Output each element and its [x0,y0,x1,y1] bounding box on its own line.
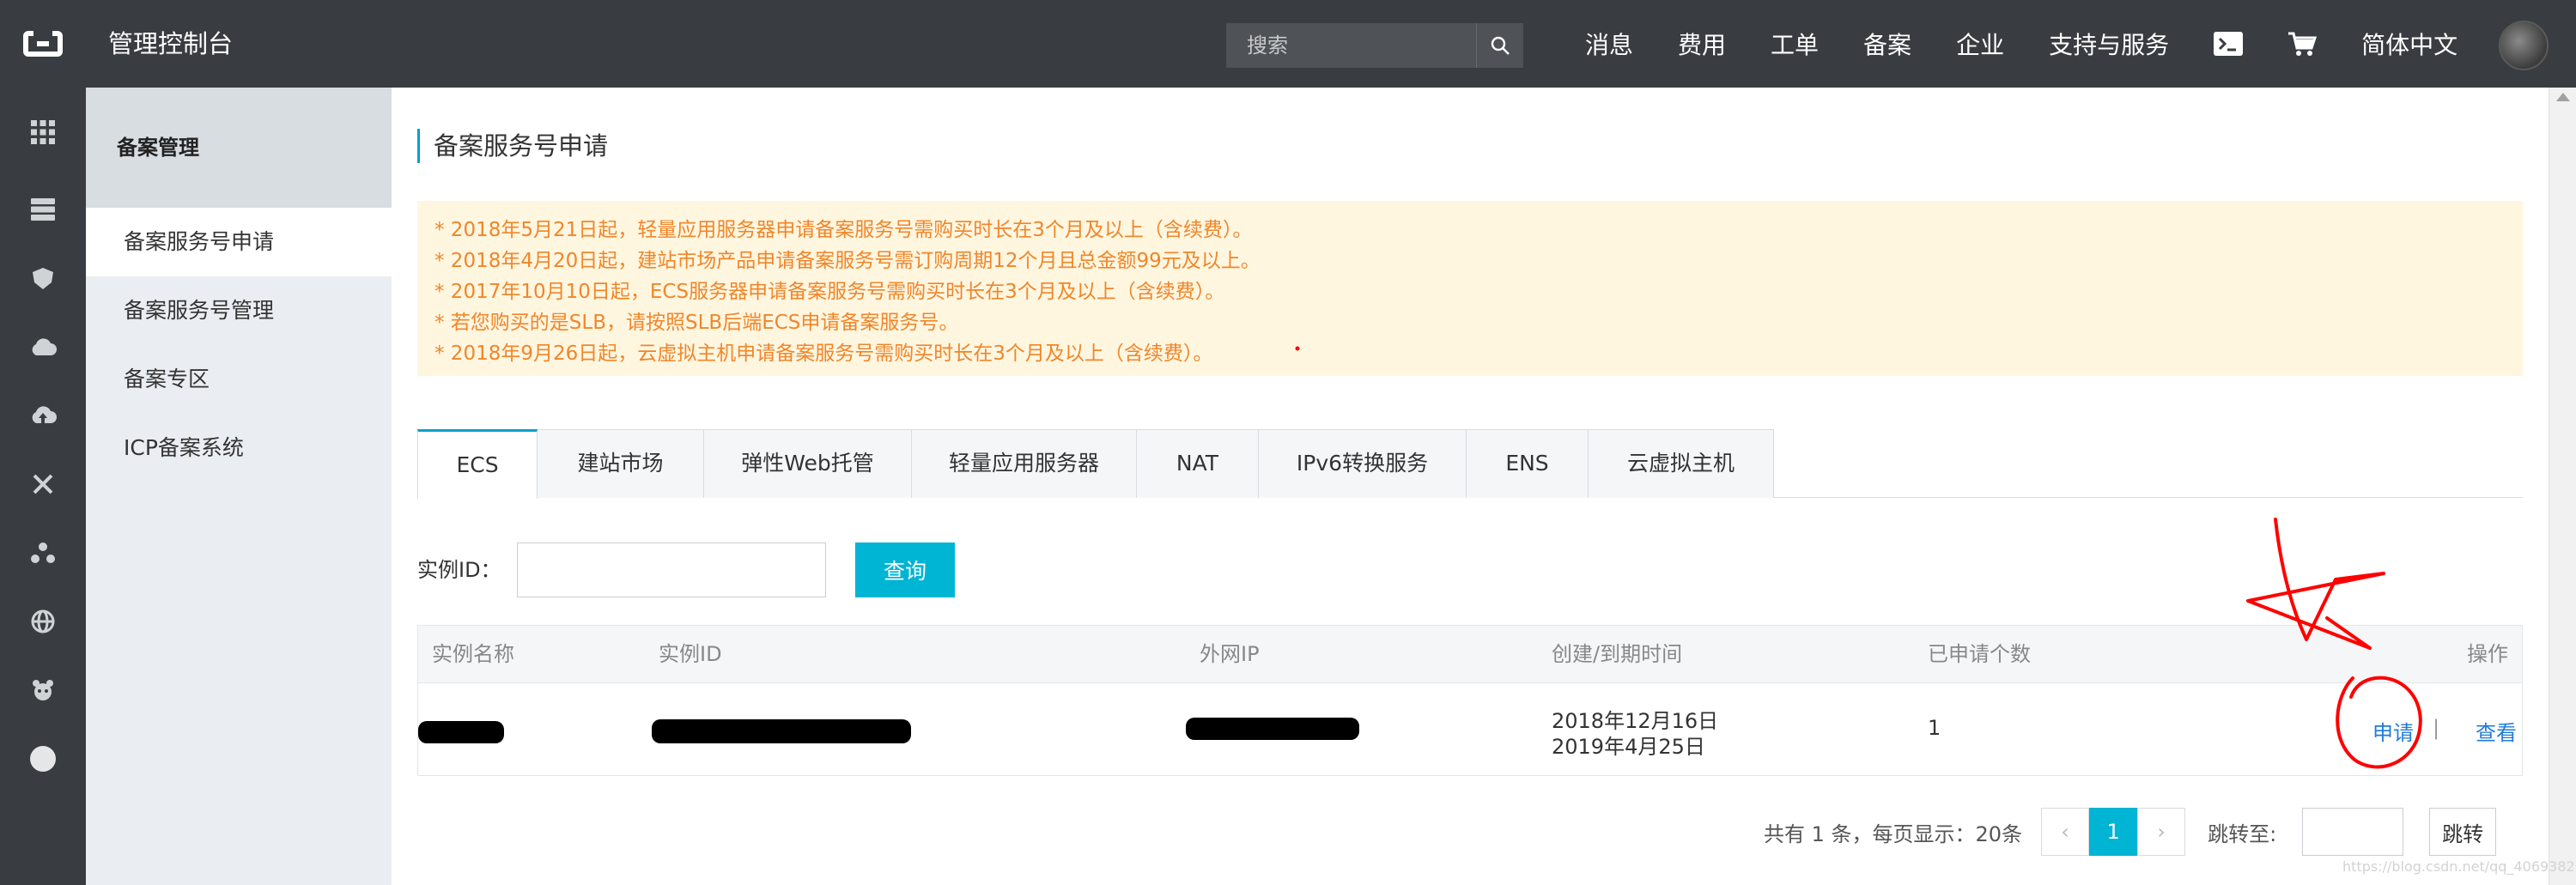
mascot-icon [33,680,53,700]
language-selector[interactable]: 简体中文 [2361,27,2458,61]
instance-id-label: 实例ID： [417,558,501,582]
view-link[interactable]: 查看 [2476,716,2517,746]
globe-icon [31,609,55,633]
notice-line: * 2018年5月21日起，轻量应用服务器申请备案服务号需购买时长在3个月及以上… [434,219,1253,241]
notice-line: * 若您购买的是SLB，请按照SLB后端ECS申请备案服务号。 [434,312,959,334]
instance-id-input[interactable] [517,543,826,597]
rail-cluster[interactable] [26,536,60,570]
page-button-current[interactable]: 1 [2089,808,2138,856]
notice-line: * 2018年4月20日起，建站市场产品申请备案服务号需订购周期12个月且总金额… [434,250,1261,272]
pagination: 共有 1 条，每页显示：20条 ‹ 1 › 跳转至: 跳转 [1764,807,2497,857]
next-page-button[interactable]: › [2137,808,2186,856]
top-nav: 消息 费用 工单 备案 企业 支持与服务 简体中文 [1585,0,2502,88]
search-bar [1226,23,1523,68]
rail-network[interactable] [26,467,60,501]
scroll-up-arrow-icon[interactable] [2556,93,2570,101]
notice-line: * 2017年10月10日起，ECS服务器申请备案服务号需购买时长在3个月及以上… [434,281,1225,303]
prev-page-button[interactable]: ‹ [2041,808,2090,856]
shield-icon [33,268,53,289]
col-applied-count: 已申请个数 [1928,642,2031,666]
rail-cloud[interactable] [26,330,60,364]
jump-label: 跳转至: [2208,821,2277,846]
jump-page-input[interactable] [2302,808,2404,856]
terminal-button[interactable] [2214,32,2244,56]
expire-date: 2019年4月25日 [1552,735,1705,759]
apply-link[interactable]: 申请 [2372,716,2414,746]
vertical-scrollbar[interactable] [2549,88,2576,885]
cloud-icon [32,338,57,355]
rail-security[interactable] [26,261,60,295]
notice-line: * 2018年9月26日起，云虚拟主机申请备案服务号需购买时长在3个月及以上（含… [434,342,1213,365]
tab-virtual-host[interactable]: 云虚拟主机 [1589,429,1774,498]
tab-nat[interactable]: NAT [1137,429,1259,498]
tab-web-hosting[interactable]: 弹性Web托管 [704,429,912,498]
jump-button[interactable]: 跳转 [2429,808,2497,856]
cloud-upload-icon [32,406,57,423]
nav-icp[interactable]: 备案 [1863,27,1911,61]
nav-enterprise[interactable]: 企业 [1956,27,2004,61]
notice-box: * 2018年5月21日起，轻量应用服务器申请备案服务号需购买时长在3个月及以上… [417,201,2523,376]
tab-site-market[interactable]: 建站市场 [538,429,704,498]
page-title: 备案服务号申请 [417,129,608,163]
rail-ecs[interactable] [26,192,60,227]
nav-support[interactable]: 支持与服务 [2049,27,2169,61]
redacted-public-ip [1186,718,1359,740]
product-tabs: ECS 建站市场 弹性Web托管 轻量应用服务器 NAT IPv6转换服务 EN… [417,429,2523,499]
rail-global[interactable] [26,604,60,639]
terminal-icon [2214,32,2244,56]
query-button[interactable]: 查询 [855,543,955,597]
main-content: 备案服务号申请 * 2018年5月21日起，轻量应用服务器申请备案服务号需购买时… [392,88,2549,885]
pagination-summary: 共有 1 条，每页显示：20条 [1764,821,2023,846]
tab-ens[interactable]: ENS [1467,429,1589,498]
circle-icon [30,746,56,772]
nav-billing[interactable]: 费用 [1678,27,1726,61]
sidebar-item-icp-zone[interactable]: 备案专区 [86,345,392,414]
col-create-expire: 创建/到期时间 [1552,642,1683,666]
search-icon [1491,36,1510,55]
tab-ipv6-translation[interactable]: IPv6转换服务 [1259,429,1467,498]
action-separator: | [2433,716,2440,740]
col-public-ip: 外网IP [1200,642,1260,666]
cross-arrows-icon [33,474,53,494]
sidebar-heading: 备案管理 [86,88,392,208]
product-rail [0,88,86,885]
top-bar: 管理控制台 消息 费用 工单 备案 企业 支持与服务 [0,0,2576,88]
tab-lightweight-server[interactable]: 轻量应用服务器 [912,429,1137,498]
applied-count: 1 [1928,716,1941,740]
table-header: 实例名称 实例ID 外网IP 创建/到期时间 已申请个数 操作 [417,625,2523,683]
shopping-cart-icon [2288,32,2318,56]
col-actions: 操作 [2467,642,2508,666]
redacted-instance-name [418,721,504,743]
console-logo[interactable] [0,0,86,88]
tab-ecs[interactable]: ECS [417,429,538,499]
icp-sidebar: 备案管理 备案服务号申请 备案服务号管理 备案专区 ICP备案系统 [86,88,392,885]
nav-messages[interactable]: 消息 [1585,27,1633,61]
instance-table: 实例名称 实例ID 外网IP 创建/到期时间 已申请个数 操作 2018年12月… [417,625,2523,776]
col-instance-id: 实例ID [659,642,722,666]
app-title[interactable]: 管理控制台 [108,0,233,88]
sidebar-item-service-number-apply[interactable]: 备案服务号申请 [86,208,392,276]
watermark: https://blog.csdn.net/qq_40693828 [2342,858,2576,875]
redacted-instance-id [652,719,911,743]
rail-more[interactable] [26,742,60,776]
server-icon [31,198,55,221]
search-button[interactable] [1477,23,1523,68]
sidebar-item-icp-system[interactable]: ICP备案系统 [86,414,392,482]
rail-all-products[interactable] [26,115,60,149]
rail-cdn[interactable] [26,398,60,433]
sidebar-item-service-number-manage[interactable]: 备案服务号管理 [86,276,392,345]
user-avatar[interactable] [2499,21,2549,70]
cloud-logo-icon [23,31,63,57]
table-row: 2018年12月16日 2019年4月25日 1 申请 | 查看 [417,683,2523,776]
rail-apps[interactable] [26,673,60,707]
nav-tickets[interactable]: 工单 [1771,27,1819,61]
grid-icon [31,120,55,144]
search-input[interactable] [1226,23,1477,68]
cluster-icon [31,543,55,563]
cart-button[interactable] [2287,31,2318,57]
col-instance-name: 实例名称 [432,642,514,666]
